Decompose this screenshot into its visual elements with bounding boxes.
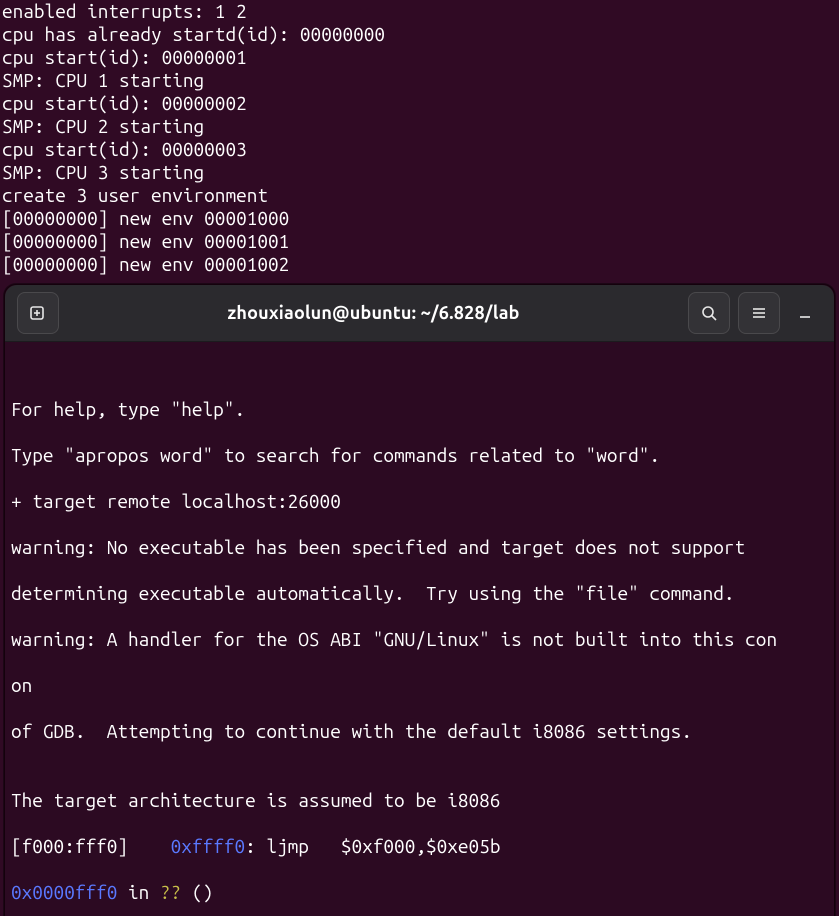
terminal-line: 0x0000fff0 in ?? () — [11, 881, 828, 904]
search-button[interactable] — [688, 292, 730, 334]
terminal-line: [00000000] new env 00001002 — [2, 253, 837, 276]
terminal-line: For help, type "help". — [11, 398, 828, 421]
window-title: zhouxiaolun@ubuntu: ~/6.828/lab — [63, 302, 684, 325]
gdb-terminal-body[interactable]: For help, type "help". Type "apropos wor… — [5, 342, 834, 916]
terminal-line: warning: A handler for the OS ABI "GNU/L… — [11, 628, 828, 651]
titlebar: zhouxiaolun@ubuntu: ~/6.828/lab — [5, 285, 834, 342]
terminal-line: cpu has already startd(id): 00000000 — [2, 23, 837, 46]
terminal-line: SMP: CPU 2 starting — [2, 115, 837, 138]
terminal-line: cpu start(id): 00000002 — [2, 92, 837, 115]
terminal-line: Type "apropos word" to search for comman… — [11, 444, 828, 467]
terminal-line: The target architecture is assumed to be… — [11, 789, 828, 812]
minimize-icon — [797, 305, 813, 321]
terminal-line: [00000000] new env 00001000 — [2, 207, 837, 230]
search-icon — [699, 303, 719, 323]
memory-address: 0x0000fff0 — [11, 881, 117, 903]
top-terminal-output: enabled interrupts: 1 2 cpu has already … — [0, 0, 839, 276]
terminal-line: on — [11, 674, 828, 697]
new-tab-button[interactable] — [17, 292, 59, 334]
minimize-button[interactable] — [788, 296, 822, 330]
terminal-line: SMP: CPU 1 starting — [2, 69, 837, 92]
terminal-line: [00000000] new env 00001001 — [2, 230, 837, 253]
symbol-unknown: ?? — [160, 881, 181, 903]
terminal-line: enabled interrupts: 1 2 — [2, 0, 837, 23]
terminal-line: [f000:fff0] 0xffff0: ljmp $0xf000,$0xe05… — [11, 835, 828, 858]
terminal-window: zhouxiaolun@ubuntu: ~/6.828/lab For help… — [4, 284, 835, 916]
terminal-line: create 3 user environment — [2, 184, 837, 207]
new-tab-icon — [28, 303, 48, 323]
terminal-line: cpu start(id): 00000003 — [2, 138, 837, 161]
terminal-line: SMP: CPU 3 starting — [2, 161, 837, 184]
terminal-line: warning: No executable has been specifie… — [11, 536, 828, 559]
terminal-line: determining executable automatically. Tr… — [11, 582, 828, 605]
terminal-line: of GDB. Attempting to continue with the … — [11, 720, 828, 743]
terminal-line: cpu start(id): 00000001 — [2, 46, 837, 69]
memory-address: 0xffff0 — [171, 835, 245, 857]
terminal-line: + target remote localhost:26000 — [11, 490, 828, 513]
hamburger-menu-icon — [749, 303, 769, 323]
menu-button[interactable] — [738, 292, 780, 334]
